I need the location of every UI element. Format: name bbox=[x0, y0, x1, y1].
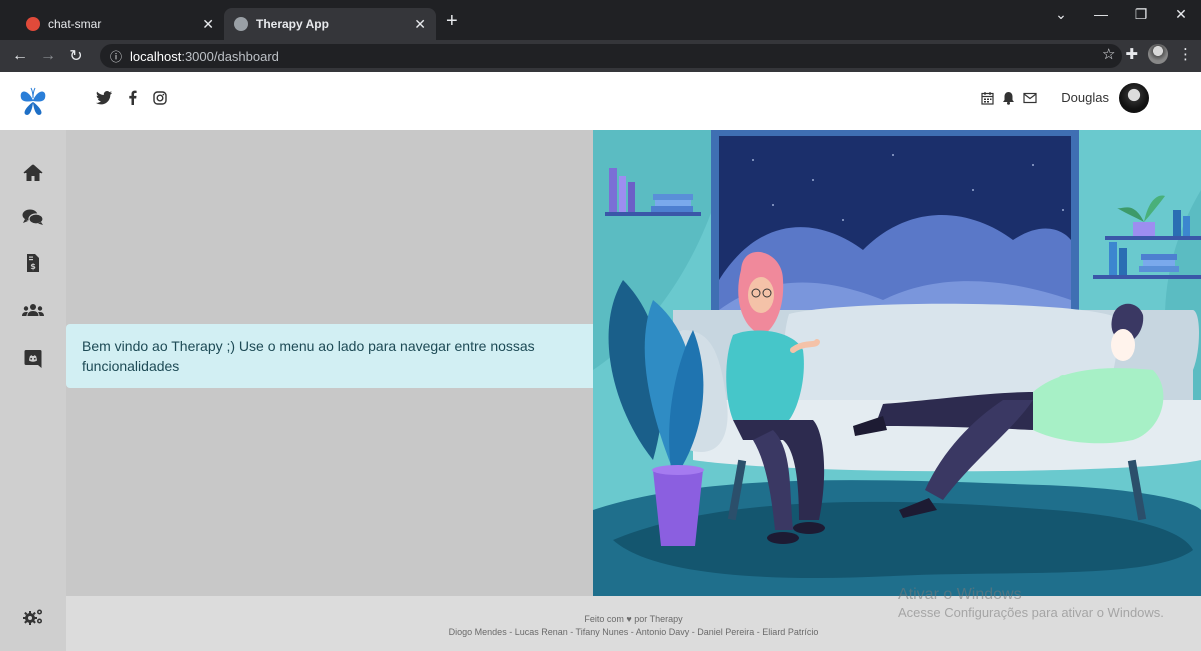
address-bar[interactable]: ⓘ localhost :3000/dashboard bbox=[100, 44, 1122, 68]
url-path: :3000/dashboard bbox=[181, 48, 279, 64]
tab-search-chevron-icon[interactable]: ⌄ bbox=[1041, 6, 1081, 23]
users-icon bbox=[22, 304, 44, 316]
calendar-icon[interactable] bbox=[981, 91, 994, 105]
header-actions: Douglas bbox=[981, 90, 1109, 105]
twitter-icon[interactable] bbox=[96, 90, 112, 105]
close-icon[interactable]: ✕ bbox=[414, 16, 426, 33]
tab-title: Therapy App bbox=[256, 17, 329, 31]
svg-text:$: $ bbox=[30, 262, 36, 271]
windows-activation-watermark: Ativar o Windows Acesse Configurações pa… bbox=[898, 586, 1164, 622]
social-links bbox=[96, 90, 167, 105]
new-tab-plus-icon[interactable]: + bbox=[446, 10, 458, 33]
close-icon[interactable]: ✕ bbox=[202, 16, 214, 33]
watermark-title: Ativar o Windows bbox=[898, 586, 1022, 603]
kebab-menu-icon[interactable]: ⋮ bbox=[1178, 45, 1193, 63]
heart-icon: ♥ bbox=[626, 614, 632, 624]
footer-made-with-suffix: por Therapy bbox=[634, 614, 683, 624]
butterfly-icon bbox=[20, 87, 46, 115]
sidebar: $ bbox=[0, 130, 66, 651]
username[interactable]: Douglas bbox=[1061, 90, 1109, 105]
butterfly-logo[interactable] bbox=[0, 72, 66, 130]
url-host: localhost bbox=[130, 48, 182, 64]
app-header: Douglas bbox=[0, 72, 1201, 130]
bookmark-star-icon[interactable]: ☆ bbox=[1102, 45, 1115, 63]
sidebar-item-users[interactable] bbox=[22, 300, 44, 322]
minimize-icon[interactable]: — bbox=[1081, 6, 1121, 23]
browser-tab-therapy-app[interactable]: Therapy App ✕ bbox=[224, 8, 436, 40]
chrome-favicon-icon bbox=[26, 17, 40, 31]
chat-icon bbox=[22, 209, 44, 225]
user-avatar[interactable] bbox=[1119, 83, 1149, 113]
globe-icon bbox=[234, 17, 248, 31]
site-info-icon[interactable]: ⓘ bbox=[110, 48, 122, 65]
therapy-session-image bbox=[593, 130, 1201, 596]
welcome-alert: Bem vindo ao Therapy ;) Use o menu ao la… bbox=[66, 324, 593, 388]
toolbar-actions: ☆ ✚ ⋮ bbox=[1102, 44, 1193, 64]
browser-toolbar: ← → ↻ ⓘ localhost :3000/dashboard ☆ ✚ ⋮ bbox=[0, 40, 1201, 72]
settings-icon bbox=[23, 609, 42, 625]
browser-tab-chat-smar[interactable]: chat-smar ✕ bbox=[16, 8, 224, 40]
browser-tab-strip: chat-smar ✕ Therapy App ✕ + ⌄ — ❐ ✕ bbox=[0, 0, 1201, 40]
bell-icon[interactable] bbox=[1002, 91, 1015, 105]
home-icon bbox=[23, 164, 43, 181]
sidebar-item-chat[interactable] bbox=[22, 206, 44, 228]
footer-authors: Diogo Mendes - Lucas Renan - Tifany Nune… bbox=[448, 627, 819, 637]
instagram-icon[interactable] bbox=[153, 90, 167, 105]
discord-icon bbox=[24, 350, 42, 368]
window-close-icon[interactable]: ✕ bbox=[1161, 6, 1201, 23]
envelope-icon[interactable] bbox=[1023, 92, 1037, 104]
profile-avatar-icon[interactable] bbox=[1148, 44, 1168, 64]
back-arrow-icon[interactable]: ← bbox=[6, 47, 34, 65]
sidebar-item-settings[interactable] bbox=[22, 606, 44, 628]
window-controls: ⌄ — ❐ ✕ bbox=[1041, 6, 1201, 23]
restore-icon[interactable]: ❐ bbox=[1121, 6, 1161, 23]
sidebar-item-home[interactable] bbox=[22, 162, 44, 184]
watermark-subtitle: Acesse Configurações para ativar o Windo… bbox=[898, 605, 1164, 620]
tab-title: chat-smar bbox=[48, 17, 102, 31]
forward-arrow-icon[interactable]: → bbox=[34, 47, 62, 65]
sidebar-item-discord[interactable] bbox=[22, 348, 44, 370]
reload-icon[interactable]: ↻ bbox=[62, 46, 90, 66]
footer-made-with-prefix: Feito com bbox=[584, 614, 624, 624]
extensions-puzzle-icon[interactable]: ✚ bbox=[1125, 45, 1138, 63]
invoice-icon: $ bbox=[27, 254, 39, 272]
sidebar-item-invoice[interactable]: $ bbox=[22, 252, 44, 274]
therapy-illustration bbox=[593, 130, 1201, 596]
facebook-icon[interactable] bbox=[128, 90, 137, 105]
